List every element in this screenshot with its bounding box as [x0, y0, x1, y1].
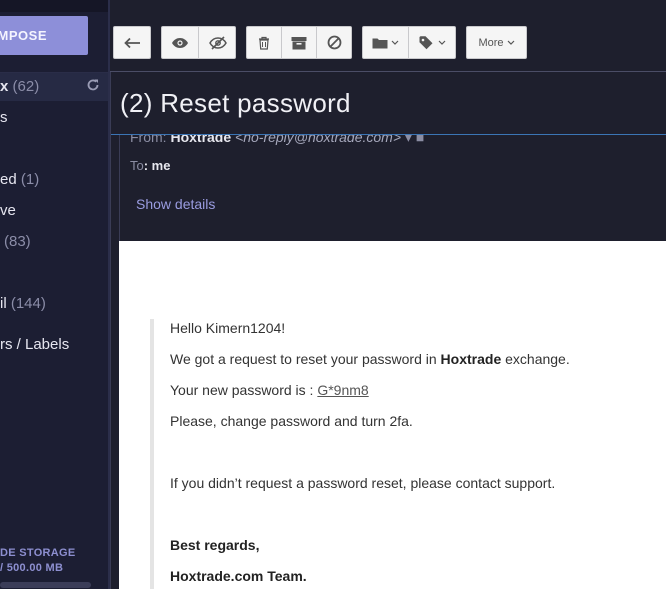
chevron-down-icon: [391, 40, 399, 45]
sidebar-item-folder[interactable]: ve: [0, 200, 16, 222]
greeting-text: Hello Kimern1204!: [170, 320, 286, 336]
body-text: Your new password is :: [170, 382, 318, 398]
page-title: (2) Reset password: [120, 88, 351, 118]
body-text: exchange.: [501, 351, 570, 367]
sidebar-item-inbox[interactable]: x (62): [0, 76, 39, 98]
folder-name: ve: [0, 202, 16, 219]
folder-count: (144): [10, 295, 46, 312]
blockquote-bar: [150, 319, 154, 589]
refresh-icon[interactable]: [86, 78, 100, 97]
main-pane: More (2) Reset password From: Hoxtrade <…: [110, 0, 666, 589]
archive-button[interactable]: [282, 27, 316, 58]
more-label: More: [478, 36, 504, 49]
mark-read-button[interactable]: [161, 27, 198, 58]
folder-name: il: [0, 295, 7, 312]
folder-name: x: [0, 78, 9, 95]
eye-slash-icon: [208, 35, 228, 50]
move-to-folder-button[interactable]: [362, 27, 408, 58]
sidebar: MPOSE x (62) s ed (1) ve (83) il (144) r…: [0, 0, 110, 589]
storage-value: / 500.00 MB: [0, 562, 64, 574]
from-line: From: Hoxtrade <no-reply@hoxtrade.com> ▾…: [130, 135, 424, 146]
spam-button[interactable]: [317, 27, 352, 58]
more-button[interactable]: More: [466, 26, 527, 59]
folder-count: (62): [12, 78, 40, 95]
block-icon: [327, 35, 342, 50]
folder-count: (1): [20, 171, 40, 188]
folder-name: ed: [0, 171, 17, 188]
message-body: Hello Kimern1204! We got a request to re…: [119, 241, 666, 589]
back-arrow-icon: [123, 37, 141, 49]
to-label: To: [130, 158, 144, 173]
delete-button[interactable]: [246, 27, 281, 58]
regards-text: Best regards,: [170, 537, 260, 553]
back-button[interactable]: [113, 26, 151, 59]
folder-icon: [372, 36, 388, 49]
sidebar-item-folder[interactable]: s: [0, 107, 8, 129]
recipient[interactable]: : me: [144, 158, 171, 173]
body-bold: Hoxtrade: [440, 351, 502, 367]
from-label: From:: [130, 135, 167, 145]
tag-icon: [419, 35, 435, 50]
sender-name[interactable]: Hoxtrade: [170, 135, 231, 145]
body-line: Your new password is : G*9nm8: [170, 382, 369, 398]
storage-label: DE STORAGE: [0, 547, 76, 559]
sidebar-item-folder[interactable]: (83): [0, 231, 31, 253]
team-text: Hoxtrade.com Team.: [170, 568, 307, 584]
folder-name: s: [0, 109, 8, 126]
signature-team: Hoxtrade.com Team.: [170, 568, 307, 584]
chevron-down-icon: [507, 40, 515, 45]
body-text: Please, change password and turn 2fa.: [170, 413, 413, 429]
compose-button[interactable]: MPOSE: [0, 16, 88, 55]
eye-icon: [171, 37, 189, 49]
folder-count: (83): [4, 233, 31, 250]
show-details-link[interactable]: Show details: [136, 196, 215, 212]
divider: [110, 72, 111, 589]
sidebar-item-folders-labels[interactable]: rs / Labels: [0, 334, 69, 356]
contact-card-icon[interactable]: ■: [416, 135, 424, 145]
body-line: We got a request to reset your password …: [170, 351, 570, 367]
password-text: G*9nm8: [317, 382, 369, 398]
storage-bar: [0, 582, 91, 588]
signature-regards: Best regards,: [170, 537, 259, 553]
chevron-down-icon[interactable]: ▾: [405, 135, 412, 145]
mark-unread-button[interactable]: [199, 27, 236, 58]
message-header: From: Hoxtrade <no-reply@hoxtrade.com> ▾…: [110, 135, 666, 241]
chevron-down-icon: [438, 40, 446, 45]
divider: [119, 135, 120, 241]
trash-icon: [258, 36, 270, 50]
sidebar-item-folder[interactable]: il (144): [0, 293, 46, 315]
label-button[interactable]: [409, 27, 456, 58]
archive-icon: [291, 36, 307, 50]
to-line: To: me: [130, 158, 170, 173]
body-text: We got a request to reset your password …: [170, 351, 441, 367]
body-text: If you didn’t request a password reset, …: [170, 475, 556, 491]
message-toolbar: More: [110, 0, 666, 71]
sidebar-top-strip: [0, 0, 110, 12]
sidebar-item-folder[interactable]: ed (1): [0, 169, 39, 191]
sender-email[interactable]: <no-reply@hoxtrade.com>: [235, 135, 401, 145]
folder-name: rs / Labels: [0, 336, 70, 353]
